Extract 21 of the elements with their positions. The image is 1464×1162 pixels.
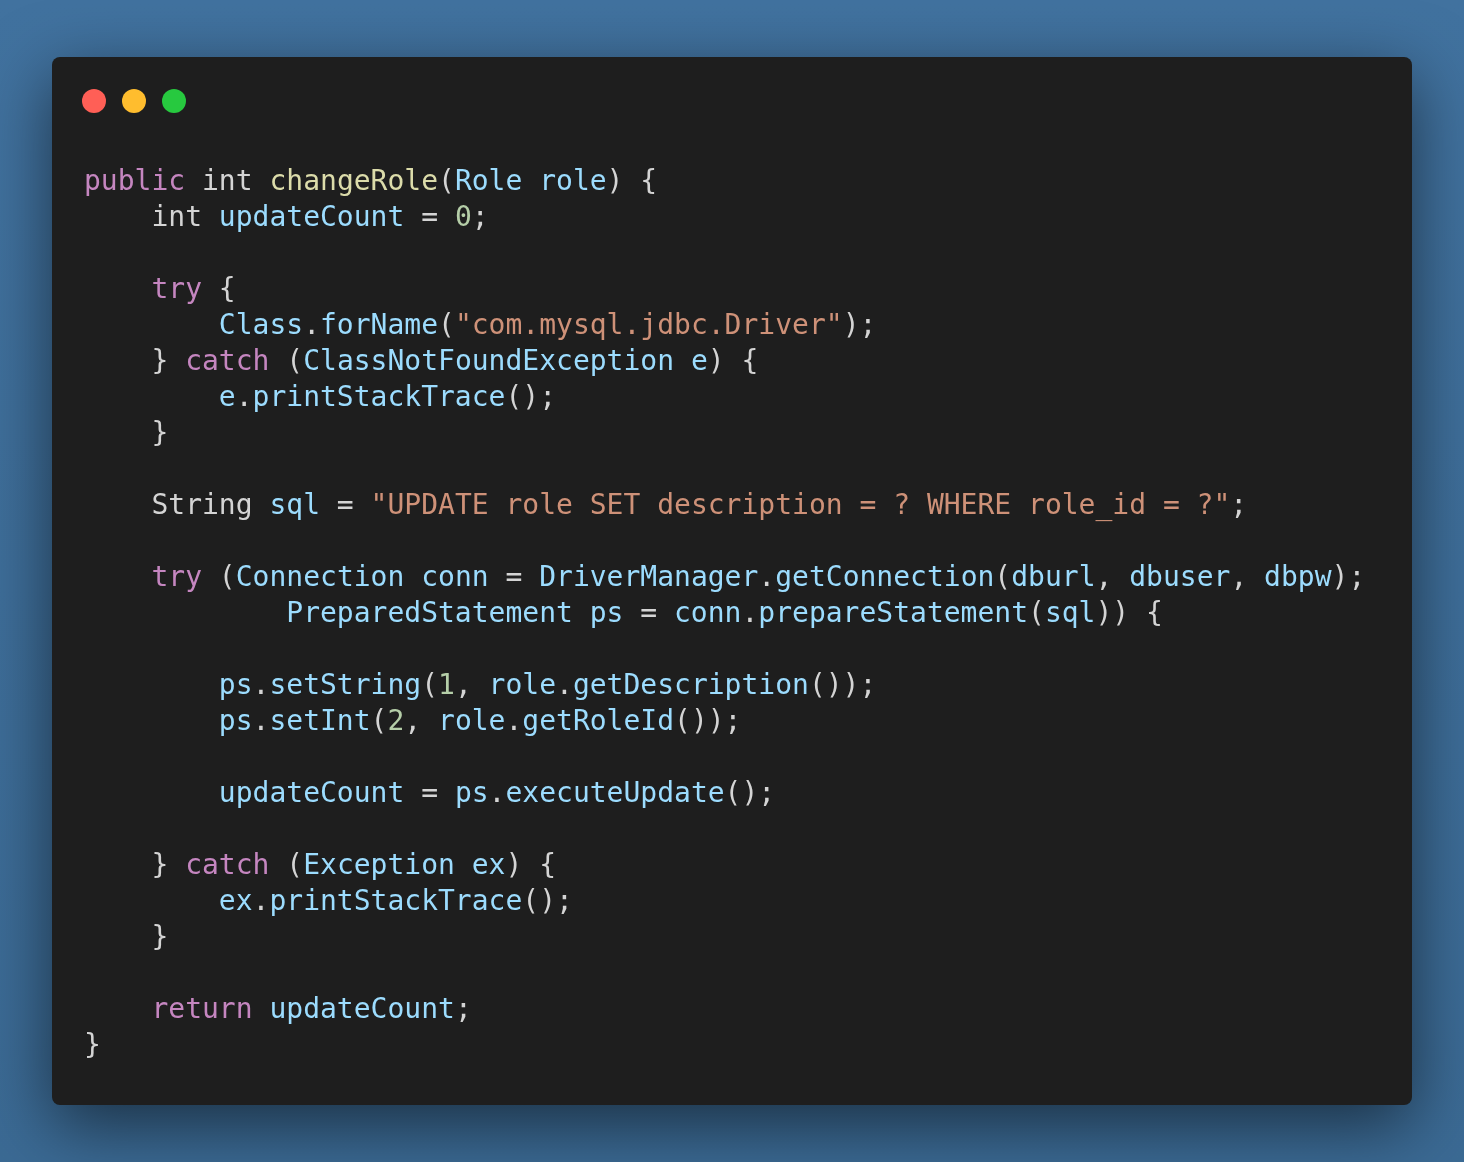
code-line: PreparedStatement ps = conn.prepareStatement(sql)) {: [285, 595, 1163, 631]
window-button[interactable]: [162, 89, 186, 113]
window-button[interactable]: [122, 89, 146, 113]
window-button[interactable]: [82, 89, 106, 113]
code-line: try (Connection conn = DriverManager.getConnection(dburl, dbuser, dbpw);: [150, 559, 1366, 595]
code-line: }: [84, 1027, 101, 1063]
code-line: ps.setInt(2, role.getRoleId());: [217, 703, 742, 739]
code-line: try {: [150, 271, 236, 307]
code-line: ps.setString(1, role.getDescription());: [217, 667, 877, 703]
code-line: e.printStackTrace();: [217, 379, 557, 415]
code-line: } catch (ClassNotFoundException e) {: [150, 343, 759, 379]
code-line: updateCount = ps.executeUpdate();: [217, 775, 776, 811]
code-line: Class.forName("com.mysql.jdbc.Driver");: [217, 307, 877, 343]
code-line: ex.printStackTrace();: [217, 883, 573, 919]
code-line: String sql = "UPDATE role SET description = ? WHERE role_id = ?";: [150, 487, 1248, 523]
code-line: }: [150, 919, 169, 955]
code-line: return updateCount;: [150, 991, 472, 1027]
code-line: public int changeRole(Role role) {: [84, 163, 658, 199]
code-line: }: [150, 415, 169, 451]
code-line: } catch (Exception ex) {: [150, 847, 557, 883]
code-line: int updateCount = 0;: [150, 199, 489, 235]
